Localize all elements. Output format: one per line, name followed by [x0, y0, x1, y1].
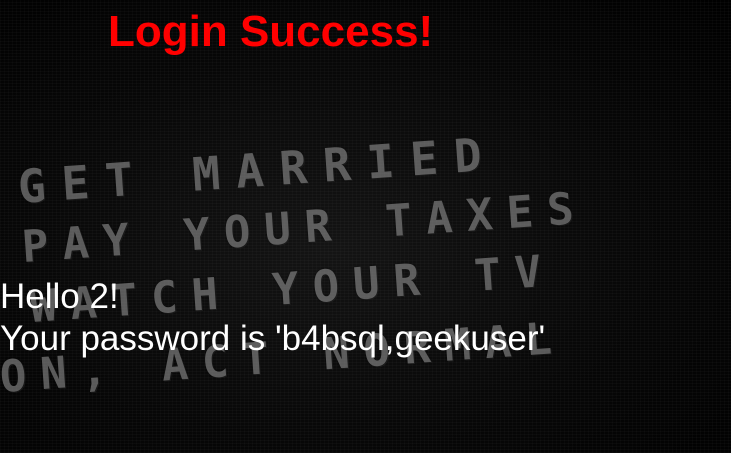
page-title: Login Success! — [108, 7, 434, 56]
password-text: Your password is 'b4bsql,geekuser' — [0, 319, 546, 358]
login-message: Hello 2! Your password is 'b4bsql,geekus… — [0, 276, 545, 360]
greeting-text: Hello 2! — [0, 277, 119, 316]
login-result-page: GET MARRIED PAY YOUR TAXES WATCH YOUR TV… — [0, 0, 731, 453]
background-image: GET MARRIED PAY YOUR TAXES WATCH YOUR TV… — [0, 0, 731, 453]
